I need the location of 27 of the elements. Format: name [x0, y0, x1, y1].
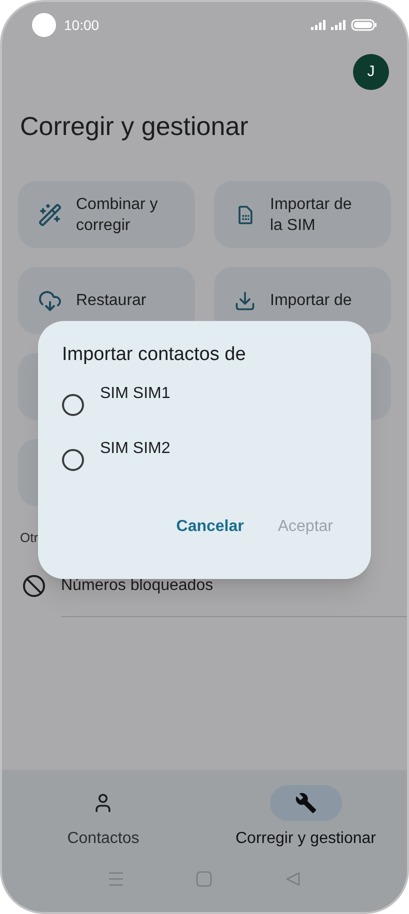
page-title: Corregir y gestionar: [19, 110, 250, 143]
dialog-button[interactable]: Cancelar: [166, 509, 254, 545]
nav-tab[interactable]: Contactos: [2, 785, 204, 851]
radio-button[interactable]: [62, 449, 84, 471]
cloud-download-icon: [38, 288, 62, 312]
download-icon: [234, 290, 256, 312]
dialog-title: Importar contactos de: [62, 343, 247, 367]
radio-option[interactable]: SIM SIM2: [62, 435, 347, 490]
battery-icon: [351, 19, 377, 31]
section-label: Otr: [19, 529, 40, 547]
status-time: 10:00: [64, 16, 100, 34]
radio-option[interactable]: SIM SIM1: [62, 380, 347, 435]
list-item[interactable]: Números bloqueados: [2, 556, 407, 616]
camera-cutout: [32, 13, 56, 37]
action-card[interactable]: Combinar y corregir: [18, 181, 195, 248]
home-icon[interactable]: [196, 871, 212, 887]
back-icon[interactable]: [284, 871, 301, 887]
signal-icon: [331, 20, 347, 30]
signal-icon: [311, 20, 327, 30]
account-avatar[interactable]: J: [353, 54, 389, 90]
action-card[interactable]: Importar de la SIM: [214, 181, 391, 248]
magic-wand-icon: [38, 202, 62, 226]
nav-tab[interactable]: Corregir y gestionar: [204, 785, 407, 851]
wrench-icon: [294, 792, 317, 814]
radio-button[interactable]: [62, 394, 84, 416]
blocked-icon: [22, 574, 46, 598]
menu-icon[interactable]: [108, 872, 124, 886]
